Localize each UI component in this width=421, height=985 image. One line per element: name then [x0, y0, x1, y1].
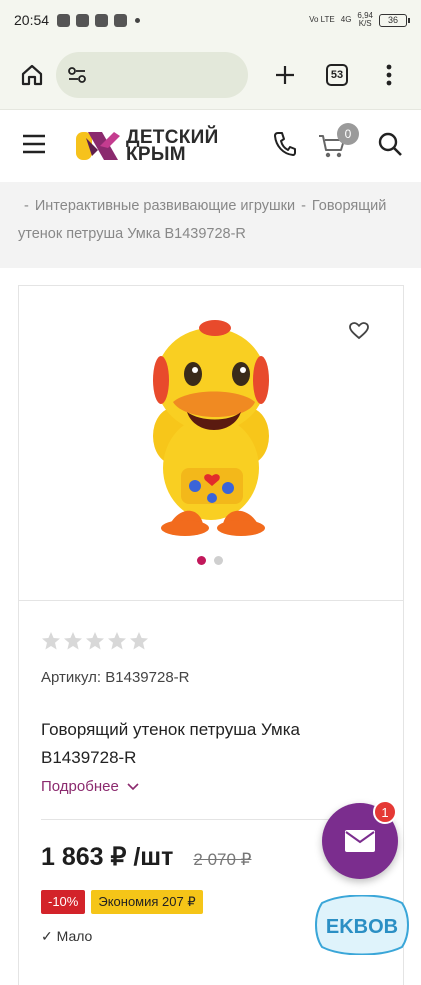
old-price: 2 070 ₽ [193, 850, 252, 869]
battery-icon: 36 [379, 13, 410, 27]
menu-button[interactable] [22, 134, 46, 159]
product-card: Артикул: B1439728-R Говорящий утенок пет… [18, 285, 404, 985]
discount-badge: -10% [41, 890, 86, 914]
gallery-pagination [197, 556, 223, 565]
notification-icon [95, 13, 109, 27]
notification-icon [57, 13, 71, 27]
phone-icon [274, 131, 296, 156]
logo-line2: КРЫМ [126, 144, 186, 165]
current-price: 1 863 ₽ /шт [41, 843, 174, 871]
home-icon [21, 64, 43, 85]
gallery-dot-active[interactable] [197, 556, 206, 565]
chevron-down-icon [127, 782, 139, 790]
star-icon [86, 632, 104, 650]
watermark-logo: EKBOB [315, 895, 409, 955]
status-bar: 20:54 Vo LTE 4G 6,94 K/S 36 [0, 0, 421, 40]
product-image-duck [153, 320, 269, 536]
more-details-link[interactable]: Подробнее [41, 778, 381, 795]
star-icon [42, 632, 60, 650]
product-title: Говорящий утенок петруша Умка B1439728-R [41, 720, 300, 767]
stock-icon: ✓ [41, 928, 57, 944]
speed-unit: K/S [358, 19, 372, 28]
notification-icon [76, 13, 90, 27]
rating-stars[interactable] [41, 631, 381, 651]
address-bar[interactable] [56, 51, 248, 98]
plus-icon [276, 65, 294, 84]
more-details-label: Подробнее [41, 778, 119, 795]
tab-count: 53 [326, 63, 348, 86]
new-tab-button[interactable] [265, 55, 305, 95]
stock-status-label: Мало [56, 928, 93, 944]
notification-icon [114, 13, 128, 27]
browser-toolbar: 53 [0, 40, 421, 110]
divider [41, 819, 331, 820]
mail-icon [345, 830, 375, 852]
star-icon [130, 632, 148, 650]
breadcrumb: - Интерактивные развивающие игрушки - Говор… [0, 182, 421, 268]
star-icon [64, 632, 82, 650]
battery-level: 36 [387, 15, 398, 25]
home-button[interactable] [12, 55, 52, 95]
favorite-button[interactable] [349, 322, 369, 345]
cart-button[interactable]: 0 [317, 123, 359, 161]
signal-label: 4G [340, 15, 352, 24]
product-gallery[interactable] [19, 286, 403, 601]
gallery-dot[interactable] [214, 556, 223, 565]
svg-text:EKBOB: EKBOB [326, 916, 398, 938]
chat-unread-badge: 1 [373, 800, 397, 824]
more-vertical-icon [386, 64, 392, 85]
search-button[interactable] [377, 131, 403, 162]
site-logo[interactable]: ДЕТСКИЙ КРЫМ [74, 128, 219, 164]
breadcrumb-item[interactable]: Интерактивные развивающие игрушки [35, 198, 295, 214]
logo-mark-icon [76, 132, 120, 160]
star-icon [108, 632, 126, 650]
more-notifications-icon [135, 17, 141, 23]
status-time: 20:54 [14, 12, 50, 28]
search-icon [378, 132, 402, 156]
product-article: Артикул: B1439728-R [41, 669, 190, 686]
heart-icon [349, 322, 369, 340]
cart-count-badge: 0 [337, 123, 359, 145]
tabs-button[interactable]: 53 [317, 55, 357, 95]
network-label: Vo LTE [309, 15, 335, 24]
hamburger-icon [23, 134, 45, 153]
site-settings-icon[interactable] [66, 64, 88, 86]
phone-button[interactable] [273, 131, 297, 162]
browser-menu-button[interactable] [369, 55, 409, 95]
savings-badge: Экономия 207 ₽ [91, 890, 203, 914]
site-header: ДЕТСКИЙ КРЫМ 0 [0, 110, 421, 182]
